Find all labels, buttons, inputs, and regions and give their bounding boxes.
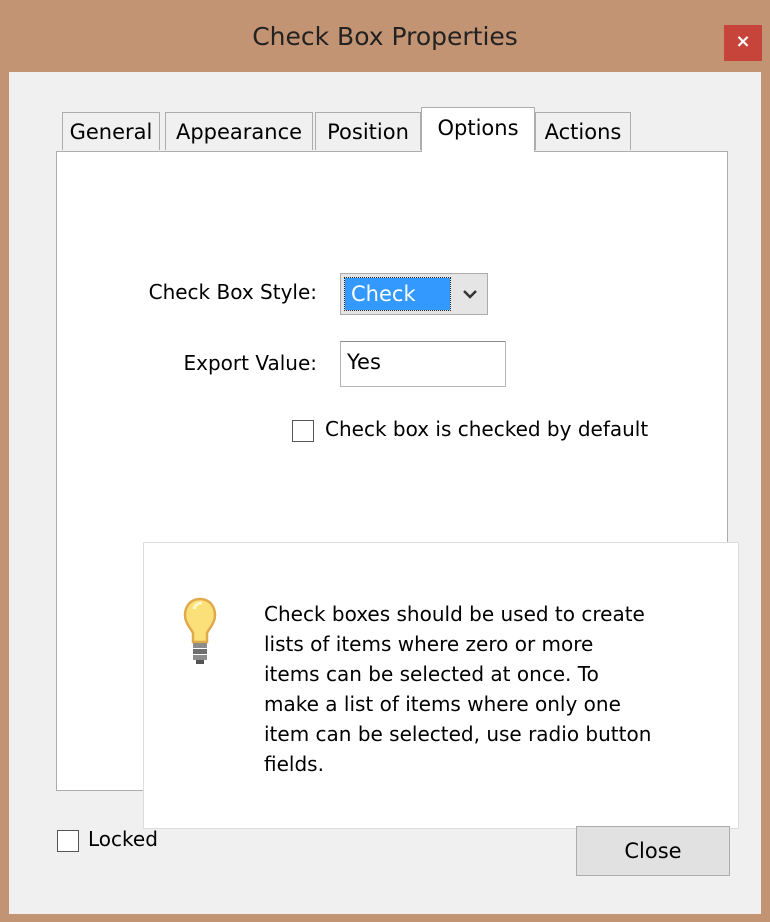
check-box-style-label: Check Box Style: (148, 280, 317, 304)
check-box-style-select[interactable]: Check (340, 273, 488, 315)
info-box: Check boxes should be used to create lis… (143, 542, 739, 829)
locked-label[interactable]: Locked (88, 827, 158, 851)
default-checked-label[interactable]: Check box is checked by default (325, 417, 648, 441)
export-value-label: Export Value: (183, 351, 318, 375)
default-checked-checkbox[interactable] (292, 420, 314, 442)
close-button[interactable]: Close (576, 826, 730, 876)
tab-options[interactable]: Options (421, 107, 535, 152)
check-box-style-value: Check (344, 277, 451, 311)
title-bar[interactable]: Check Box Properties × (0, 0, 770, 72)
chevron-down-icon (463, 290, 477, 299)
dialog-window: Check Box Properties × General Appearanc… (0, 0, 770, 922)
close-icon[interactable]: × (724, 25, 762, 61)
lightbulb-icon (183, 597, 217, 664)
locked-checkbox[interactable] (57, 830, 79, 852)
info-text: Check boxes should be used to create lis… (264, 602, 652, 776)
tab-position[interactable]: Position (315, 112, 421, 150)
tab-appearance[interactable]: Appearance (165, 112, 313, 150)
options-panel: Check Box Style: Check Export Value: Yes… (56, 151, 739, 829)
tab-actions[interactable]: Actions (535, 112, 631, 150)
export-value-field[interactable]: Yes (340, 341, 506, 387)
window-title: Check Box Properties (252, 22, 518, 51)
dialog-body: General Appearance Position Options Acti… (9, 72, 761, 914)
tab-general[interactable]: General (62, 112, 160, 150)
